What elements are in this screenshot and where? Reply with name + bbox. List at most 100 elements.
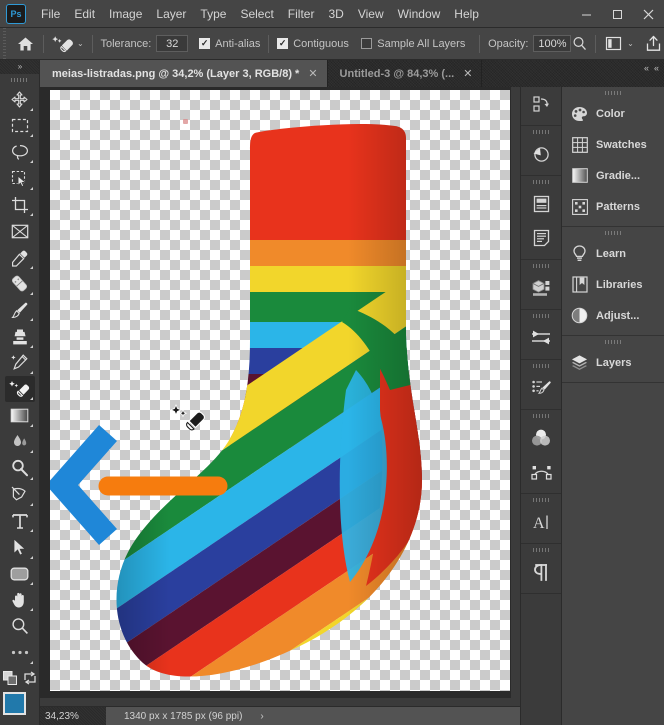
lasso-tool[interactable] [5, 139, 35, 165]
icon-group-grip[interactable] [521, 126, 561, 137]
icon-group-grip[interactable] [521, 260, 561, 271]
foreground-color-swatch[interactable] [3, 692, 26, 715]
icon-group-grip[interactable] [521, 310, 561, 321]
undo-history-icon[interactable] [521, 137, 561, 171]
icon-group-grip[interactable] [521, 544, 561, 555]
zoom-level-field[interactable]: 34,23% [40, 707, 106, 725]
object-selection-tool[interactable] [5, 165, 35, 191]
menu-item-image[interactable]: Image [102, 3, 149, 25]
swap-colors-icon[interactable] [23, 671, 37, 688]
gradient-tool[interactable] [5, 402, 35, 428]
icon-group-grip[interactable] [521, 494, 561, 505]
menu-item-filter[interactable]: Filter [281, 3, 322, 25]
eyedropper-tool[interactable] [5, 244, 35, 270]
contiguous-checkbox[interactable]: ✓ Contiguous [277, 38, 349, 50]
tool-preset-chevron-down-icon[interactable]: ⌄ [77, 39, 84, 48]
brush-tool[interactable] [5, 297, 35, 323]
channels-icon[interactable] [521, 421, 561, 455]
3d-icon[interactable] [521, 271, 561, 305]
minimize-button[interactable] [571, 0, 602, 28]
character-icon[interactable]: A [521, 505, 561, 539]
crop-tool[interactable] [5, 192, 35, 218]
panel-group-grip[interactable] [562, 336, 664, 347]
adjustments-sliders-icon[interactable] [521, 321, 561, 355]
panel-item-adjustments[interactable]: Adjust... [562, 300, 664, 331]
contiguous-check-icon[interactable]: ✓ [277, 38, 288, 49]
history-brush-tool[interactable] [5, 350, 35, 376]
home-icon[interactable] [15, 32, 35, 56]
menu-item-type[interactable]: Type [193, 3, 233, 25]
path-selection-tool[interactable] [5, 534, 35, 560]
document-tab-inactive[interactable]: Untitled-3 @ 84,3% (... ✕ [328, 60, 483, 87]
menu-item-edit[interactable]: Edit [67, 3, 102, 25]
rectangular-marquee-tool[interactable] [5, 113, 35, 139]
brush-settings-icon[interactable] [521, 371, 561, 405]
toolbar-expand-icon[interactable]: » [0, 60, 39, 74]
panel-group-grip[interactable] [562, 87, 664, 98]
status-expand-icon[interactable]: › [260, 711, 263, 722]
collapse-icon-panel[interactable]: « [654, 60, 664, 87]
options-divider-2 [92, 35, 93, 53]
menu-item-help[interactable]: Help [447, 3, 486, 25]
collapse-icon-strip[interactable]: « [644, 60, 654, 87]
icon-group-grip[interactable] [521, 410, 561, 421]
anti-alias-checkbox[interactable]: ✓ Anti-alias [199, 38, 260, 50]
anti-alias-check-icon[interactable]: ✓ [199, 38, 210, 49]
panel-item-gradients[interactable]: Gradie... [562, 160, 664, 191]
menu-item-view[interactable]: View [351, 3, 391, 25]
menu-item-select[interactable]: Select [233, 3, 280, 25]
spot-healing-brush-tool[interactable] [5, 271, 35, 297]
panel-item-layers[interactable]: Layers [562, 347, 664, 378]
clone-stamp-tool[interactable] [5, 323, 35, 349]
dodge-tool[interactable] [5, 455, 35, 481]
panel-item-swatches[interactable]: Swatches [562, 129, 664, 160]
magic-eraser-tool[interactable] [5, 376, 35, 402]
magic-eraser-tool-icon[interactable] [52, 32, 74, 56]
opacity-input[interactable]: 100% [533, 35, 571, 52]
panel-item-libraries[interactable]: Libraries [562, 269, 664, 300]
share-icon[interactable] [644, 32, 664, 56]
panel-item-learn[interactable]: Learn [562, 238, 664, 269]
canvas-area[interactable] [40, 87, 520, 698]
tolerance-input[interactable]: 32 [156, 35, 188, 52]
edit-toolbar-tool[interactable] [5, 640, 35, 666]
menu-item-file[interactable]: File [34, 3, 67, 25]
notes-icon[interactable] [521, 187, 561, 221]
icon-group-grip[interactable] [521, 360, 561, 371]
paths-icon[interactable] [521, 455, 561, 489]
document-icon[interactable] [521, 221, 561, 255]
document-tab-active[interactable]: meias-listradas.png @ 34,2% (Layer 3, RG… [40, 60, 328, 87]
menu-item-3d[interactable]: 3D [321, 3, 350, 25]
close-button[interactable] [633, 0, 664, 28]
tab-close-icon[interactable]: ✕ [308, 67, 317, 80]
workspace-chevron-down-icon[interactable]: ⌄ [627, 39, 634, 48]
menu-item-layer[interactable]: Layer [149, 3, 193, 25]
rectangle-tool[interactable] [5, 561, 35, 587]
frame-tool[interactable] [5, 218, 35, 244]
icon-group-adjustments [521, 310, 561, 360]
horizontal-type-tool[interactable] [5, 508, 35, 534]
panel-item-color[interactable]: Color [562, 98, 664, 129]
pen-tool[interactable] [5, 482, 35, 508]
menu-item-window[interactable]: Window [391, 3, 448, 25]
paragraph-icon[interactable] [521, 555, 561, 589]
history-states-icon[interactable] [521, 87, 561, 121]
blur-tool[interactable] [5, 429, 35, 455]
default-colors-icon[interactable] [3, 671, 18, 689]
icon-group-grip[interactable] [521, 176, 561, 187]
hand-tool[interactable] [5, 587, 35, 613]
magnifier-icon[interactable] [571, 32, 587, 56]
toolbar-grip[interactable] [0, 74, 39, 87]
move-tool[interactable] [5, 86, 35, 112]
sample-all-layers-checkbox[interactable]: Sample All Layers [361, 38, 465, 50]
zoom-tool[interactable] [5, 613, 35, 639]
document-canvas[interactable] [50, 90, 510, 691]
canvas-vertical-scrollbar[interactable] [511, 87, 520, 698]
maximize-button[interactable] [602, 0, 633, 28]
workspace-icon[interactable] [604, 32, 624, 56]
panel-item-patterns[interactable]: Patterns [562, 191, 664, 222]
tab-close-icon[interactable]: ✕ [463, 67, 472, 80]
panel-group-grip[interactable] [562, 227, 664, 238]
options-bar-grip[interactable] [0, 28, 7, 60]
sample-all-layers-check-icon[interactable] [361, 38, 372, 49]
